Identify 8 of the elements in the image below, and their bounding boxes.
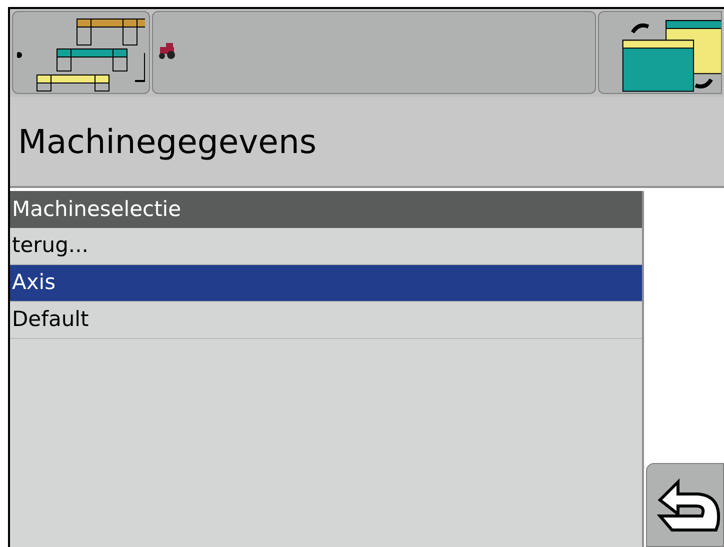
list-item[interactable]: Axis xyxy=(10,265,642,302)
back-button[interactable] xyxy=(646,463,724,547)
list-item[interactable]: Default xyxy=(10,302,642,339)
layout-button[interactable] xyxy=(12,11,150,94)
copy-layout-button[interactable] xyxy=(598,11,722,94)
tractor-icon xyxy=(157,42,177,60)
list-header: Machineselectie xyxy=(10,191,642,228)
page-title: Machinegegevens xyxy=(18,120,317,163)
